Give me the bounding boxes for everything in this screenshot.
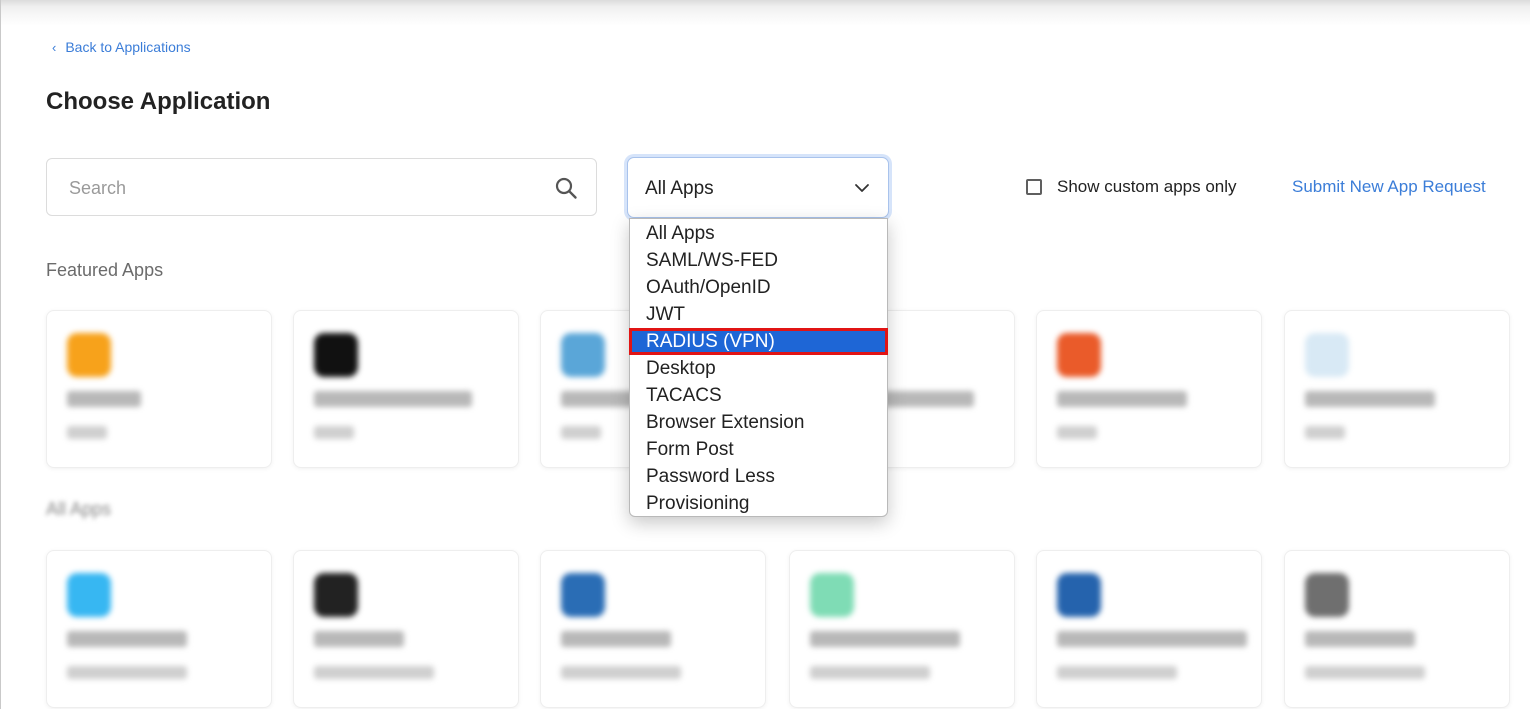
app-name-blurred <box>810 631 960 647</box>
app-logo-icon <box>561 333 605 377</box>
search-input[interactable] <box>67 159 541 217</box>
app-name-blurred <box>1057 631 1247 647</box>
app-name-blurred <box>67 631 187 647</box>
app-name-blurred <box>67 391 141 407</box>
app-logo-icon <box>1305 573 1349 617</box>
app-type-blurred <box>1305 666 1425 679</box>
dropdown-option[interactable]: Desktop <box>630 355 887 382</box>
chevron-down-icon <box>855 184 869 192</box>
search-box[interactable] <box>46 158 597 217</box>
app-type-blurred <box>67 426 107 439</box>
back-to-applications-link[interactable]: ‹ Back to Applications <box>52 39 191 55</box>
app-card[interactable] <box>46 310 272 468</box>
show-custom-apps-label: Show custom apps only <box>1057 177 1237 196</box>
app-name-blurred <box>314 391 472 407</box>
app-type-blurred <box>314 666 434 679</box>
page-title: Choose Application <box>46 88 271 115</box>
app-type-select[interactable]: All Apps <box>627 157 889 218</box>
dropdown-option[interactable]: JWT <box>630 301 887 328</box>
dropdown-option[interactable]: Form Post <box>630 436 887 463</box>
app-logo-icon <box>314 333 358 377</box>
submit-new-app-request-link[interactable]: Submit New App Request <box>1292 177 1486 197</box>
app-logo-icon <box>561 573 605 617</box>
app-card[interactable] <box>1036 310 1262 468</box>
app-type-blurred <box>314 426 354 439</box>
app-type-blurred <box>810 666 930 679</box>
app-card[interactable] <box>1284 310 1510 468</box>
app-type-blurred <box>561 426 601 439</box>
app-card[interactable] <box>1036 550 1262 708</box>
app-card[interactable] <box>293 310 519 468</box>
app-logo-icon <box>67 333 111 377</box>
dropdown-option[interactable]: All Apps <box>630 220 887 247</box>
top-shadow <box>0 0 1530 26</box>
dropdown-option[interactable]: OAuth/OpenID <box>630 274 887 301</box>
app-type-blurred <box>561 666 681 679</box>
app-card[interactable] <box>293 550 519 708</box>
dropdown-option[interactable]: RADIUS (VPN) <box>629 328 888 355</box>
left-border <box>0 0 1 709</box>
app-logo-icon <box>1305 333 1349 377</box>
dropdown-option[interactable]: Password Less <box>630 463 887 490</box>
all-apps-heading: All Apps <box>46 499 112 519</box>
app-type-dropdown: All Apps SAML/WS-FED OAuth/OpenID JWT RADIUS… <box>629 218 888 517</box>
dropdown-option[interactable]: SAML/WS-FED <box>630 247 887 274</box>
app-type-options: All Apps SAML/WS-FED OAuth/OpenID JWT RADIUS… <box>629 219 888 517</box>
app-card[interactable] <box>1284 550 1510 708</box>
show-custom-apps-toggle[interactable]: Show custom apps only <box>1026 177 1237 197</box>
dropdown-option[interactable]: Provisioning <box>630 490 887 517</box>
app-logo-icon <box>1057 333 1101 377</box>
app-logo-icon <box>314 573 358 617</box>
app-card[interactable] <box>46 550 272 708</box>
app-logo-icon <box>810 573 854 617</box>
app-name-blurred <box>1305 391 1435 407</box>
featured-apps-heading: Featured Apps <box>46 260 164 280</box>
dropdown-option[interactable]: Browser Extension <box>630 409 887 436</box>
search-icon[interactable] <box>554 176 578 200</box>
app-type-blurred <box>67 666 187 679</box>
app-name-blurred <box>561 631 671 647</box>
app-name-blurred <box>314 631 404 647</box>
app-type-select-value: All Apps <box>645 178 714 199</box>
show-custom-apps-checkbox[interactable] <box>1026 179 1042 195</box>
app-card[interactable] <box>540 550 766 708</box>
app-name-blurred <box>1305 631 1415 647</box>
app-type-blurred <box>1057 666 1177 679</box>
app-type-blurred <box>1305 426 1345 439</box>
app-type-blurred <box>1057 426 1097 439</box>
app-card[interactable] <box>789 550 1015 708</box>
app-name-blurred <box>1057 391 1187 407</box>
chevron-left-icon: ‹ <box>52 39 57 55</box>
app-logo-icon <box>1057 573 1101 617</box>
back-link-label: Back to Applications <box>65 39 191 55</box>
app-logo-icon <box>67 573 111 617</box>
dropdown-option[interactable]: TACACS <box>630 382 887 409</box>
